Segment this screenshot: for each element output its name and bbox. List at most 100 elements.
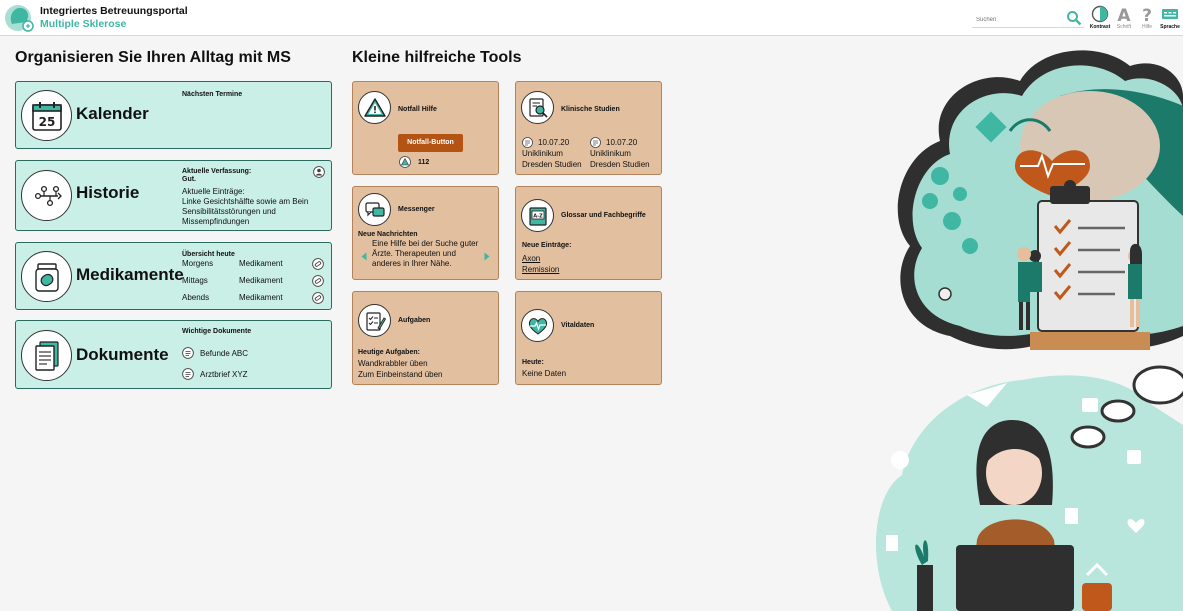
studien-card[interactable]: Klinische Studien 10.07.20 Uniklinikum D… [515, 81, 662, 175]
historie-entries-text: Linke Gesichtshälfte sowie am Bein Sensi… [182, 197, 309, 226]
vitaldaten-title: Vitaldaten [561, 322, 595, 329]
kalender-card[interactable]: 25 Kalender Nächsten Termine [15, 81, 332, 149]
study-line: Dresden Studien [522, 160, 582, 169]
study-date: 10.07.20 [606, 138, 638, 147]
font-button[interactable]: A Schrift [1112, 5, 1136, 33]
help-icon: ? [1142, 6, 1152, 23]
historie-icon-circle [21, 170, 72, 221]
pill-icon[interactable] [312, 275, 324, 287]
vitaldaten-card[interactable]: Vitaldaten Heute: Keine Daten [515, 291, 662, 385]
messenger-title: Messenger [398, 206, 435, 213]
kalender-info-head: Nächsten Termine [182, 91, 243, 98]
glossar-link[interactable]: Axon [522, 254, 540, 264]
documents-icon [35, 341, 59, 371]
med-row-time: Mittags [182, 276, 208, 285]
header: Integriertes Betreuungsportal Multiple S… [0, 0, 1183, 36]
help-button[interactable]: ? Hilfe [1135, 5, 1159, 33]
glossary-book-icon: A-Z [529, 207, 547, 226]
medikamente-icon-circle [21, 251, 72, 302]
tools-section-title: Kleine hilfreiche Tools [352, 49, 522, 66]
medikamente-card[interactable]: Medikamente Übersicht heute Morgens Medi… [15, 242, 332, 310]
timeline-icon [34, 185, 62, 207]
emergency-icon [399, 156, 411, 168]
calendar-day: 25 [39, 115, 56, 129]
study-date: 10.07.20 [538, 138, 570, 147]
emergency-number[interactable]: 112 [418, 158, 429, 168]
medication-icon [35, 263, 59, 292]
logo-icon[interactable] [4, 2, 36, 34]
tasks-icon [366, 312, 386, 331]
med-row-time: Abends [182, 293, 210, 302]
dokumente-card[interactable]: Dokumente Wichtige Dokumente Befunde ABC… [15, 320, 332, 389]
dokumente-title: Dokumente [76, 345, 169, 364]
portal-title: Integriertes Betreuungsportal [40, 5, 188, 17]
doctor-icon[interactable] [313, 166, 325, 178]
vitaldaten-head: Heute: [522, 359, 544, 366]
notfall-title: Notfall Hilfe [398, 106, 437, 113]
glossar-title: Glossar und Fachbegriffe [561, 212, 646, 219]
document-icon [182, 347, 194, 359]
med-row-name: Medikament [239, 276, 283, 285]
historie-entries-head: Aktuelle Einträge: [182, 187, 245, 196]
document-link[interactable]: Befunde ABC [200, 349, 248, 359]
contrast-label: Kontrast [1089, 24, 1111, 30]
font-icon: A [1117, 6, 1131, 23]
notfall-icon-circle [358, 91, 391, 124]
aufgaben-title: Aufgaben [398, 317, 431, 324]
chevron-right-icon[interactable] [484, 252, 490, 261]
contrast-icon [1091, 5, 1109, 23]
notfall-card[interactable]: Notfall Hilfe Notfall-Button 112 [352, 81, 499, 175]
vitaldaten-text: Keine Daten [522, 369, 567, 378]
doctors-illustration [897, 50, 1183, 350]
study-line: Uniklinikum [522, 149, 563, 158]
kalender-icon-circle: 25 [21, 90, 72, 141]
study-icon [590, 137, 601, 148]
language-button[interactable]: Sprache [1158, 5, 1182, 33]
aufgaben-card[interactable]: Aufgaben Heutige Aufgaben: Wandkrabbler … [352, 291, 499, 385]
messenger-text: Eine Hilfe bei der Suche guter Ärzte. Th… [372, 239, 479, 268]
med-row-name: Medikament [239, 259, 283, 268]
portal-subtitle: Multiple Sklerose [40, 18, 127, 30]
search-input[interactable] [972, 11, 1060, 29]
studien-title: Klinische Studien [561, 106, 620, 113]
svg-text:?: ? [1142, 6, 1152, 23]
task-item: Zum Einbeinstand üben [358, 370, 443, 379]
dokumente-icon-circle [21, 330, 72, 381]
historie-card[interactable]: Historie Aktuelle Verfassung: Gut. Aktue… [15, 160, 332, 231]
study-line: Dresden Studien [590, 160, 650, 169]
contrast-button[interactable]: Kontrast [1088, 5, 1112, 33]
med-row-time: Morgens [182, 259, 214, 268]
notfall-button[interactable]: Notfall-Button [398, 134, 463, 152]
glossar-link[interactable]: Remission [522, 265, 559, 275]
historie-status: Gut. [182, 176, 196, 183]
pill-icon[interactable] [312, 292, 324, 304]
study-line: Uniklinikum [590, 149, 631, 158]
vitaldaten-icon-circle [521, 309, 554, 342]
search-icon[interactable] [1066, 10, 1082, 26]
messenger-card[interactable]: Messenger Neue Nachrichten Eine Hilfe be… [352, 186, 499, 280]
glossary-az-text: A-Z [533, 214, 543, 220]
chevron-left-icon[interactable] [361, 252, 367, 261]
study-search-icon [529, 98, 548, 118]
document-link[interactable]: Arztbrief XYZ [200, 370, 248, 380]
chat-icon [365, 202, 385, 217]
messenger-icon-circle [358, 193, 391, 226]
language-icon [1162, 9, 1178, 19]
glossar-head: Neue Einträge: [522, 242, 572, 249]
study-icon [522, 137, 533, 148]
task-item: Wandkrabbler üben [358, 359, 428, 368]
glossar-icon-circle: A-Z [521, 199, 554, 232]
heart-pulse-icon [528, 318, 548, 335]
historie-title: Historie [76, 183, 140, 202]
pill-icon[interactable] [312, 258, 324, 270]
language-label: Sprache [1160, 24, 1180, 30]
search-box [972, 8, 1084, 29]
aufgaben-head: Heutige Aufgaben: [358, 349, 420, 356]
help-label: Hilfe [1141, 24, 1152, 30]
svg-text:A: A [1117, 6, 1131, 23]
left-section-title: Organisieren Sie Ihren Alltag mit MS [15, 49, 291, 66]
glossar-card[interactable]: A-Z Glossar und Fachbegriffe Neue Einträ… [515, 186, 662, 280]
kalender-title: Kalender [76, 104, 149, 123]
aufgaben-icon-circle [358, 304, 391, 337]
document-icon [182, 368, 194, 380]
